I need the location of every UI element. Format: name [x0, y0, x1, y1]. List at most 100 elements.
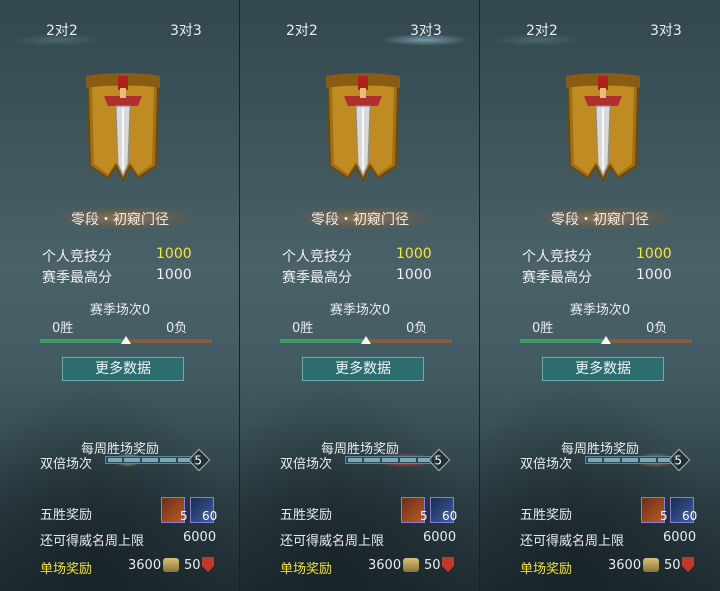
weekly-cap-label: 还可得威名周上限	[280, 534, 385, 549]
progress-track	[105, 456, 195, 464]
arena-panel: 2对2 3对3 零段・初窥门径 个人竞技分 1000 赛季最高分 1000 赛季…	[0, 0, 240, 591]
season-high-value: 1000	[156, 267, 192, 283]
personal-score-row: 个人竞技分 1000	[42, 246, 192, 266]
more-data-button[interactable]: 更多数据	[302, 357, 424, 381]
wins-count: 0胜	[292, 321, 314, 336]
rank-name: 零段・初窥门径	[551, 212, 649, 228]
season-matches: 赛季场次0	[329, 303, 391, 318]
tab-3v3[interactable]: 3对3	[410, 20, 442, 40]
season-high-row: 赛季最高分 1000	[522, 267, 672, 287]
personal-score-row: 个人竞技分 1000	[522, 246, 672, 266]
losses-count: 0负	[406, 321, 428, 336]
item2-qty: 60	[682, 509, 698, 523]
rank-name: 零段・初窥门径	[311, 212, 409, 228]
progress-segment	[160, 458, 176, 462]
tab-2v2[interactable]: 2对2	[286, 20, 318, 40]
item1-qty: 5	[660, 509, 668, 523]
win-bar-fill	[40, 339, 126, 343]
weekly-cap-value: 6000	[183, 530, 217, 545]
win-loss-marker	[601, 336, 611, 344]
double-matches-progress: 5	[105, 448, 211, 472]
losses-count: 0负	[166, 321, 188, 336]
progress-segment	[348, 458, 362, 462]
win-bar-fill	[520, 339, 606, 343]
tab-2v2[interactable]: 2对2	[526, 20, 558, 40]
progress-segment	[588, 458, 602, 462]
win-bar-fill	[280, 339, 366, 343]
double-count: 5	[194, 453, 203, 468]
mode-tabs: 2对2 3对3	[480, 0, 720, 46]
season-high-row: 赛季最高分 1000	[282, 267, 432, 287]
wins-count: 0胜	[532, 321, 554, 336]
mode-tabs: 2对2 3对3	[0, 0, 239, 46]
progress-segment	[604, 458, 620, 462]
single-reward-value-2: 50	[424, 558, 441, 573]
red-shield-icon	[442, 557, 454, 572]
progress-segment	[364, 458, 380, 462]
red-shield-icon	[202, 557, 214, 572]
single-reward-value-2: 50	[184, 558, 201, 573]
rank-name: 零段・初窥门径	[71, 212, 169, 228]
rank-badge-sword-banner-icon	[558, 66, 648, 186]
season-high-label: 赛季最高分	[42, 270, 112, 286]
tab-3v3[interactable]: 3对3	[170, 20, 202, 40]
five-win-reward-label: 五胜奖励	[40, 508, 93, 523]
double-count: 5	[434, 453, 443, 468]
personal-score-label: 个人竞技分	[522, 249, 592, 265]
progress-segment	[622, 458, 638, 462]
personal-score-value: 1000	[636, 246, 672, 262]
win-loss-marker	[121, 336, 131, 344]
weekly-cap-value: 6000	[663, 530, 697, 545]
item2-qty: 60	[202, 509, 218, 523]
season-matches: 赛季场次0	[569, 303, 631, 318]
gold-coin-icon	[403, 558, 419, 572]
gold-coin-icon	[163, 558, 179, 572]
arena-panel: 2对2 3对3 零段・初窥门径 个人竞技分 1000 赛季最高分 1000 赛季…	[480, 0, 720, 591]
weekly-cap-label: 还可得威名周上限	[40, 534, 145, 549]
personal-score-row: 个人竞技分 1000	[282, 246, 432, 266]
more-data-button[interactable]: 更多数据	[62, 357, 184, 381]
item1-qty: 5	[420, 509, 428, 523]
tab-3v3[interactable]: 3对3	[650, 20, 682, 40]
tab-2v2[interactable]: 2对2	[46, 20, 78, 40]
progress-segment	[142, 458, 158, 462]
wins-count: 0胜	[52, 321, 74, 336]
win-loss-marker	[361, 336, 371, 344]
progress-segment	[640, 458, 656, 462]
season-high-label: 赛季最高分	[522, 270, 592, 286]
season-high-row: 赛季最高分 1000	[42, 267, 192, 287]
single-match-reward-label: 单场奖励	[520, 562, 573, 577]
five-win-reward-label: 五胜奖励	[520, 508, 573, 523]
single-reward-value-1: 3600	[128, 558, 162, 573]
personal-score-label: 个人竞技分	[42, 249, 112, 265]
double-matches-label: 双倍场次	[280, 457, 333, 472]
progress-track	[345, 456, 435, 464]
weekly-cap-label: 还可得威名周上限	[520, 534, 625, 549]
personal-score-label: 个人竞技分	[282, 249, 352, 265]
more-data-button[interactable]: 更多数据	[542, 357, 664, 381]
progress-segment	[400, 458, 416, 462]
season-high-value: 1000	[636, 267, 672, 283]
losses-count: 0负	[646, 321, 668, 336]
progress-segment	[382, 458, 398, 462]
weekly-cap-value: 6000	[423, 530, 457, 545]
gold-coin-icon	[643, 558, 659, 572]
season-high-label: 赛季最高分	[282, 270, 352, 286]
double-count: 5	[674, 453, 683, 468]
double-matches-label: 双倍场次	[520, 457, 573, 472]
item1-qty: 5	[180, 509, 188, 523]
single-match-reward-label: 单场奖励	[40, 562, 93, 577]
personal-score-value: 1000	[396, 246, 432, 262]
single-reward-value-2: 50	[664, 558, 681, 573]
single-reward-value-1: 3600	[368, 558, 402, 573]
arena-panel: 2对2 3对3 零段・初窥门径 个人竞技分 1000 赛季最高分 1000 赛季…	[240, 0, 480, 591]
progress-segment	[124, 458, 140, 462]
five-win-reward-label: 五胜奖励	[280, 508, 333, 523]
season-high-value: 1000	[396, 267, 432, 283]
progress-track	[585, 456, 675, 464]
red-shield-icon	[682, 557, 694, 572]
single-match-reward-label: 单场奖励	[280, 562, 333, 577]
rank-badge-sword-banner-icon	[78, 66, 168, 186]
double-matches-label: 双倍场次	[40, 457, 93, 472]
mode-tabs: 2对2 3对3	[240, 0, 479, 46]
